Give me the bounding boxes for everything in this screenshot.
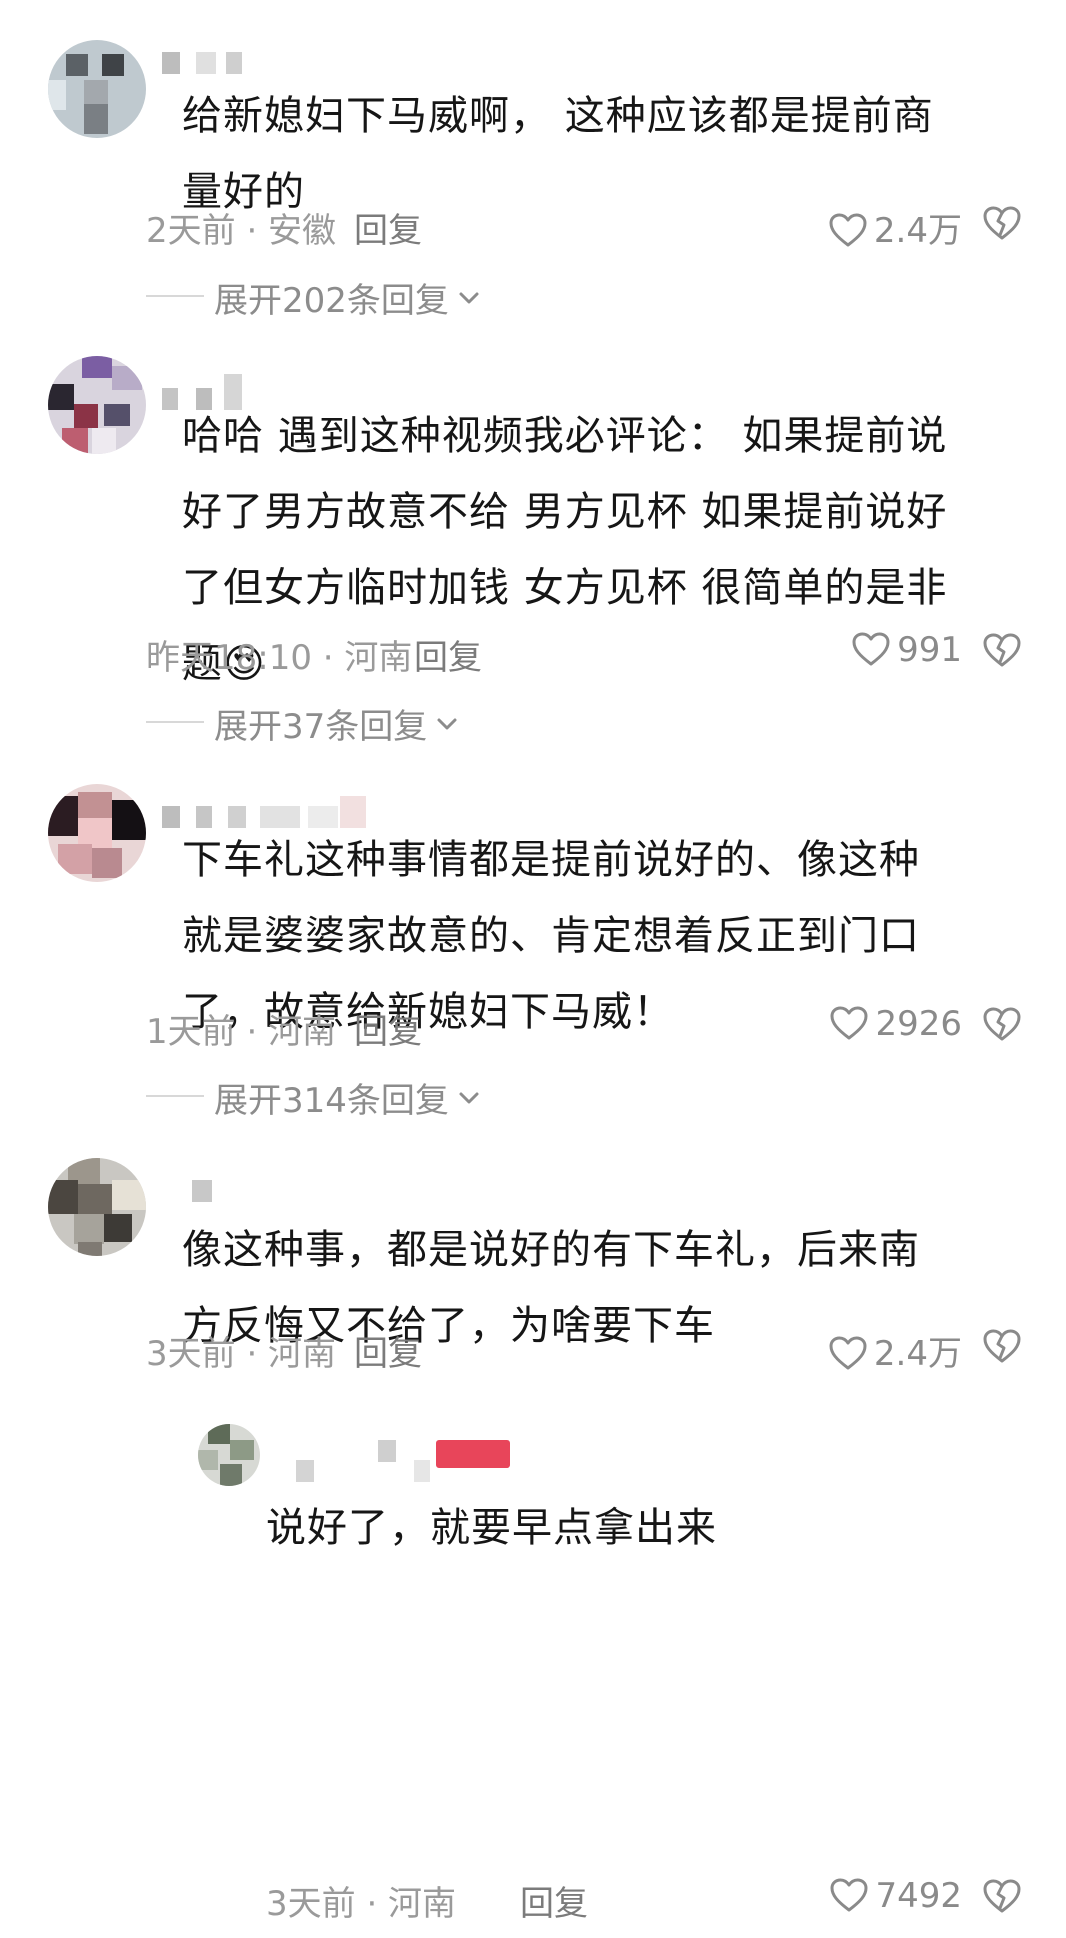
expand-label: 展开202条回复 [214,273,481,322]
like-count: 2926 [875,1004,962,1044]
like-count: 7492 [875,1876,962,1916]
reply-button[interactable]: 回复 [354,1326,422,1375]
chevron-down-icon [457,1086,481,1110]
avatar[interactable] [48,784,146,882]
chevron-down-icon [457,286,481,310]
avatar[interactable] [198,1424,260,1486]
comment-meta: 昨天18:10 · 河南 回复 991 [146,630,1022,680]
avatar[interactable] [48,40,146,138]
like-count: 991 [897,630,962,670]
reply-button[interactable]: 回复 [520,1876,588,1925]
heart-outline-icon [829,1877,869,1913]
expand-label: 展开37条回复 [214,699,459,748]
broken-heart-icon[interactable] [982,1328,1022,1364]
expand-label: 展开314条回复 [214,1073,481,1122]
reply-button[interactable]: 回复 [354,1004,422,1053]
username-blurred[interactable] [296,1440,516,1482]
like-button[interactable]: 7492 [829,1876,962,1916]
heart-outline-icon [828,1335,868,1371]
comment-meta: 1天前 · 河南 回复 2926 [146,1004,1022,1054]
like-button[interactable]: 2.4万 [828,1326,962,1375]
avatar[interactable] [48,1158,146,1256]
divider [146,1095,204,1097]
author-badge [436,1440,510,1468]
username-blurred[interactable] [162,1180,222,1202]
broken-heart-icon[interactable] [982,1878,1022,1914]
comment-meta: 3天前 · 河南 回复 7492 [266,1876,1022,1926]
heart-outline-icon [828,212,868,248]
heart-outline-icon [829,1005,869,1041]
like-count: 2.4万 [873,1334,962,1374]
like-button[interactable]: 2.4万 [828,203,962,252]
time-location: 2天前 · 安徽 [146,211,337,251]
time-location: 3天前 · 河南 [146,1334,337,1374]
divider [146,721,204,723]
comment-meta: 2天前 · 安徽 回复 2.4万 [146,203,1022,253]
comment-text: 说好了，就要早点拿出来 [266,1505,717,1551]
time-location: 3天前 · 河南 [266,1884,457,1924]
broken-heart-icon[interactable] [982,632,1022,668]
broken-heart-icon[interactable] [982,205,1022,241]
like-button[interactable]: 991 [851,630,962,670]
comment-meta: 3天前 · 河南 回复 2.4万 [146,1326,1022,1376]
time-location: 1天前 · 河南 [146,1012,337,1052]
divider [146,295,204,297]
chevron-down-icon [435,712,459,736]
broken-heart-icon[interactable] [982,1006,1022,1042]
reply-button[interactable]: 回复 [354,203,422,252]
avatar[interactable] [48,356,146,454]
username-blurred[interactable] [162,52,252,74]
heart-outline-icon [851,631,891,667]
reply-button[interactable]: 回复 [414,630,482,679]
like-count: 2.4万 [873,211,962,251]
time-location: 昨天18:10 · 河南 [146,638,413,678]
like-button[interactable]: 2926 [829,1004,962,1044]
